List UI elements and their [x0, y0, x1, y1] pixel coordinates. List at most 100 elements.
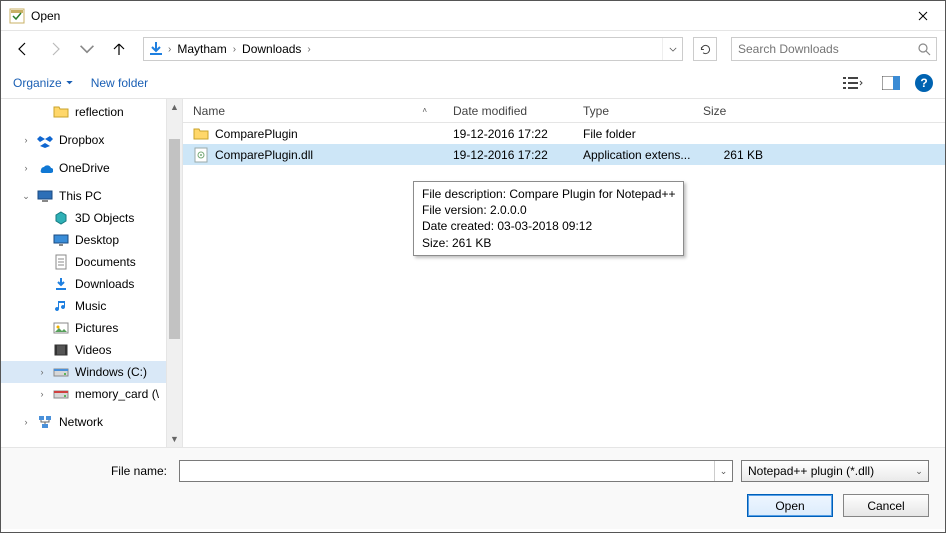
tree-item-downloads[interactable]: Downloads [1, 273, 182, 295]
tree-item-label: Music [75, 299, 106, 313]
tree-item-label: Dropbox [59, 133, 104, 147]
file-type: File folder [573, 127, 693, 141]
breadcrumb-seg-1[interactable]: Downloads [238, 38, 305, 60]
new-folder-button[interactable]: New folder [91, 76, 148, 90]
help-button[interactable]: ? [915, 74, 933, 92]
file-row[interactable]: ComparePlugin.dll19-12-2016 17:22Applica… [183, 144, 945, 165]
documents-icon [53, 254, 69, 270]
videos-icon [53, 342, 69, 358]
open-button[interactable]: Open [747, 494, 833, 517]
filename-combo[interactable]: ⌄ [179, 460, 733, 482]
chevron-right-icon[interactable]: › [21, 163, 31, 173]
tree-item-videos[interactable]: Videos [1, 339, 182, 361]
tree-item-this-pc[interactable]: ⌄ This PC [1, 185, 182, 207]
3d-icon [53, 210, 69, 226]
preview-pane-button[interactable] [877, 71, 905, 95]
close-button[interactable] [900, 1, 945, 30]
tooltip-line: File description: Compare Plugin for Not… [422, 186, 675, 202]
tree-item-music[interactable]: Music [1, 295, 182, 317]
file-tooltip: File description: Compare Plugin for Not… [413, 181, 684, 256]
netdrive-icon [53, 386, 69, 402]
chevron-right-icon[interactable]: › [21, 135, 31, 145]
chevron-right-icon[interactable]: › [305, 44, 312, 55]
view-mode-button[interactable] [839, 71, 867, 95]
search-box[interactable] [731, 37, 937, 61]
tooltip-line: Size: 261 KB [422, 235, 675, 251]
drive-icon [53, 364, 69, 380]
tree-item-label: This PC [59, 189, 102, 203]
file-list[interactable]: Name ˄ Date modified Type Size ComparePl… [183, 99, 945, 447]
filename-dropdown-icon[interactable]: ⌄ [714, 461, 732, 481]
window-title: Open [31, 9, 60, 23]
chevron-right-icon[interactable]: › [231, 44, 238, 55]
chevron-right-icon[interactable]: › [166, 44, 173, 55]
tree-item-label: OneDrive [59, 161, 110, 175]
breadcrumb[interactable]: › Maytham › Downloads › [143, 37, 683, 61]
search-icon[interactable] [916, 41, 932, 57]
forward-button[interactable] [41, 35, 69, 63]
column-name[interactable]: Name ˄ [183, 99, 443, 122]
column-size[interactable]: Size [693, 99, 773, 122]
chevron-right-icon[interactable]: › [21, 417, 31, 427]
tree-item-label: Documents [75, 255, 136, 269]
nav-tree[interactable]: reflection › Dropbox › OneDrive ⌄ This PC 3D Ob… [1, 99, 183, 447]
file-row[interactable]: ComparePlugin19-12-2016 17:22File folder [183, 123, 945, 144]
scroll-thumb[interactable] [169, 139, 180, 339]
tree-item-label: Desktop [75, 233, 119, 247]
tree-item-label: Videos [75, 343, 111, 357]
tree-item-onedrive[interactable]: › OneDrive [1, 157, 182, 179]
column-type[interactable]: Type [573, 99, 693, 122]
refresh-button[interactable] [693, 37, 717, 61]
chevron-down-icon[interactable]: ⌄ [21, 191, 31, 202]
file-name: ComparePlugin [215, 127, 298, 141]
file-date: 19-12-2016 17:22 [443, 148, 573, 162]
sort-asc-icon: ˄ [422, 106, 427, 115]
tree-item-label: Pictures [75, 321, 118, 335]
cancel-button[interactable]: Cancel [843, 494, 929, 517]
tree-item-label: Windows (C:) [75, 365, 147, 379]
tooltip-line: File version: 2.0.0.0 [422, 202, 675, 218]
network-icon [37, 414, 53, 430]
tree-item-desktop[interactable]: Desktop [1, 229, 182, 251]
folder-icon [193, 126, 209, 142]
scroll-up-icon[interactable]: ▲ [167, 99, 182, 115]
back-button[interactable] [9, 35, 37, 63]
tree-scrollbar[interactable]: ▲ ▼ [166, 99, 182, 447]
tree-item-label: reflection [75, 105, 124, 119]
toolbar: Organize New folder ? [1, 67, 945, 99]
breadcrumb-dropdown[interactable] [662, 38, 682, 60]
tree-item-pictures[interactable]: Pictures [1, 317, 182, 339]
tree-item-documents[interactable]: Documents [1, 251, 182, 273]
search-input[interactable] [736, 41, 916, 57]
up-button[interactable] [105, 35, 133, 63]
tree-item-label: memory_card (\ [75, 387, 159, 401]
tree-item-label: 3D Objects [75, 211, 134, 225]
file-name: ComparePlugin.dll [215, 148, 313, 162]
downloads-icon [53, 276, 69, 292]
chevron-right-icon[interactable]: › [37, 367, 47, 377]
chevron-right-icon[interactable]: › [37, 389, 47, 399]
tree-item-windows-c-[interactable]: › Windows (C:) [1, 361, 182, 383]
tree-item-3d-objects[interactable]: 3D Objects [1, 207, 182, 229]
column-date[interactable]: Date modified [443, 99, 573, 122]
scroll-down-icon[interactable]: ▼ [167, 431, 182, 447]
tree-item-memory-card-[interactable]: › memory_card (\ [1, 383, 182, 405]
onedrive-icon [37, 160, 53, 176]
organize-menu[interactable]: Organize [13, 76, 73, 90]
column-headers[interactable]: Name ˄ Date modified Type Size [183, 99, 945, 123]
title-bar: Open [1, 1, 945, 31]
recent-dropdown[interactable] [73, 35, 101, 63]
chevron-down-icon[interactable]: ⌄ [910, 466, 928, 477]
music-icon [53, 298, 69, 314]
filetype-filter[interactable]: Notepad++ plugin (*.dll) ⌄ [741, 460, 929, 482]
tree-item-dropbox[interactable]: › Dropbox [1, 129, 182, 151]
tree-item-reflection[interactable]: reflection [1, 101, 182, 123]
dropbox-icon [37, 132, 53, 148]
main-area: reflection › Dropbox › OneDrive ⌄ This PC 3D Ob… [1, 99, 945, 447]
filter-label: Notepad++ plugin (*.dll) [748, 464, 874, 478]
organize-label: Organize [13, 76, 62, 90]
filename-input[interactable] [180, 464, 714, 478]
tree-item-label: Network [59, 415, 103, 429]
tree-item-network[interactable]: › Network [1, 411, 182, 433]
breadcrumb-seg-0[interactable]: Maytham [173, 38, 230, 60]
